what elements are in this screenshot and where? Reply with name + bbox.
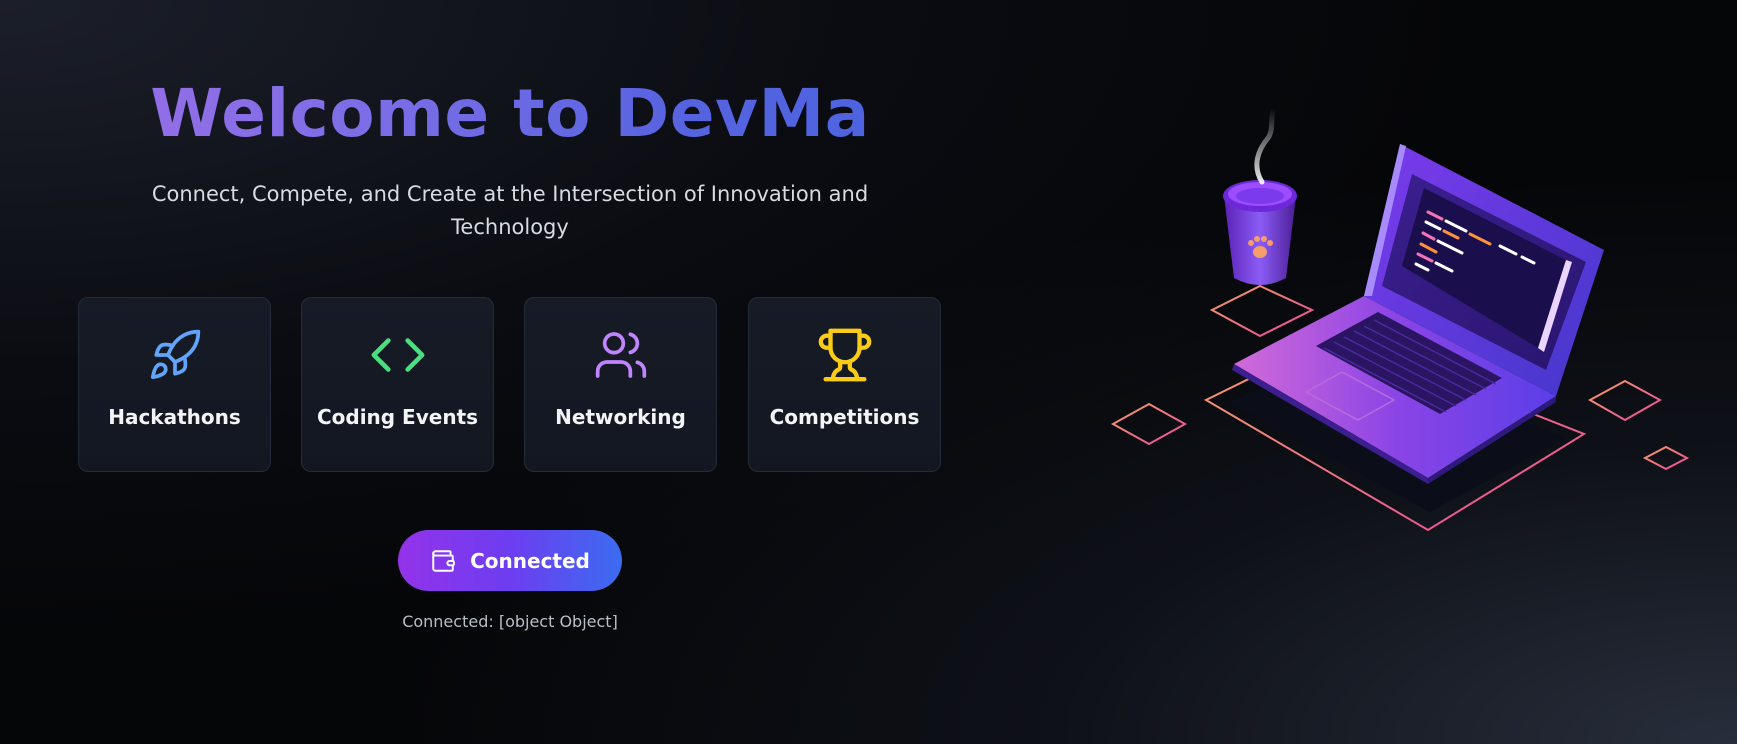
- connect-wallet-label: Connected: [470, 548, 590, 573]
- hero-section: Welcome to DevMa Connect, Compete, and C…: [60, 0, 960, 744]
- feature-label-networking: Networking: [555, 405, 686, 429]
- connection-status: Connected: [object Object]: [402, 612, 618, 631]
- feature-label-coding-events: Coding Events: [316, 405, 479, 429]
- feature-cards: Hackathons Coding Events Networking Comp…: [78, 297, 943, 474]
- feature-card-hackathons[interactable]: Hackathons: [78, 297, 271, 472]
- trophy-icon: [749, 328, 940, 382]
- feature-label-hackathons: Hackathons: [108, 405, 241, 429]
- feature-label-competitions: Competitions: [769, 405, 920, 429]
- page-subtitle: Connect, Compete, and Create at the Inte…: [151, 182, 869, 239]
- laptop-illustration: [1110, 100, 1700, 540]
- connect-wallet-button[interactable]: Connected: [398, 530, 622, 591]
- feature-card-coding-events[interactable]: Coding Events: [301, 297, 494, 472]
- users-icon: [525, 328, 716, 382]
- wallet-icon: [430, 548, 456, 574]
- code-icon: [302, 328, 493, 382]
- feature-card-networking[interactable]: Networking: [524, 297, 717, 472]
- page-title: Welcome to DevMa: [60, 72, 960, 156]
- feature-card-competitions[interactable]: Competitions: [748, 297, 941, 472]
- rocket-icon: [79, 328, 270, 382]
